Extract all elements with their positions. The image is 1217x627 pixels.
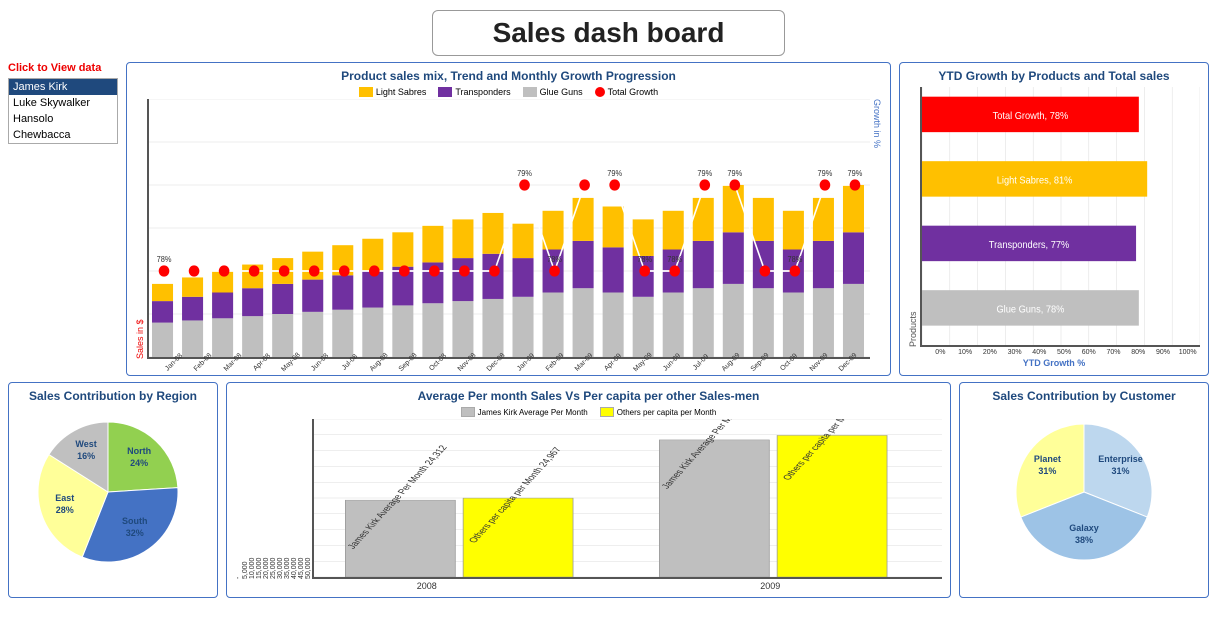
- region-chart-panel: Sales Contribution by Region North 24% Sou…: [8, 382, 218, 598]
- avg-y-label: 5,000: [242, 419, 249, 579]
- main-chart-title: Product sales mix, Trend and Monthly Gro…: [135, 69, 882, 83]
- svg-text:24%: 24%: [130, 458, 148, 468]
- ytd-x-label: 40%: [1027, 349, 1052, 356]
- avg-y-label: 50,000: [305, 419, 312, 579]
- avg-y-label: 10,000: [249, 419, 256, 579]
- avg-y-axis: -5,00010,00015,00020,00025,00030,00035,0…: [235, 419, 312, 579]
- main-chart-legend: Light Sabres Transponders Glue Guns Total G…: [135, 87, 882, 97]
- avg-legend: James Kirk Average Per Month Others per c…: [235, 407, 942, 417]
- legend-item: Glue Guns: [523, 87, 583, 97]
- avg-y-label: -: [235, 419, 242, 579]
- avg-y-label: 25,000: [270, 419, 277, 579]
- svg-text:32%: 32%: [126, 528, 144, 538]
- svg-text:Glue Guns, 78%: Glue Guns, 78%: [996, 304, 1064, 316]
- svg-text:Enterprise: Enterprise: [1098, 454, 1143, 464]
- avg-y-label: 30,000: [277, 419, 284, 579]
- avg-y-label: 20,000: [263, 419, 270, 579]
- customer-chart-panel: Sales Contribution by Customer Enterpris…: [959, 382, 1209, 598]
- main-chart-area: -10,00020,00030,00040,00050,00060,00078%…: [147, 99, 870, 359]
- ytd-x-label: 80%: [1126, 349, 1151, 356]
- ytd-chart-title: YTD Growth by Products and Total sales: [908, 69, 1200, 83]
- svg-text:31%: 31%: [1112, 466, 1130, 476]
- ytd-chart-area: Total Growth, 78% Light Sabres, 81% Transp…: [920, 87, 1200, 347]
- svg-text:West: West: [75, 439, 96, 449]
- customer-pie: Enterprise 31% Galaxy 38% Planet 31%: [968, 407, 1200, 567]
- sidebar: Click to View data James KirkLuke Skywal…: [8, 62, 118, 376]
- ytd-x-label: 0%: [928, 349, 953, 356]
- person-item[interactable]: Hansolo: [9, 111, 117, 127]
- avg-x-label: 2009: [599, 581, 943, 591]
- person-item[interactable]: Chewbacca: [9, 127, 117, 143]
- y-axis-left-label: Sales in $: [135, 99, 145, 359]
- avg-chart-area: James Kirk Average Per Month 24,312Other…: [312, 419, 942, 579]
- avg-y-label: 45,000: [298, 419, 305, 579]
- person-item[interactable]: Luke Skywalker: [9, 95, 117, 111]
- svg-text:Planet: Planet: [1034, 454, 1061, 464]
- svg-text:Total Growth, 78%: Total Growth, 78%: [993, 111, 1069, 123]
- person-list: James KirkLuke SkywalkerHansoloChewbacca: [8, 78, 118, 144]
- ytd-x-label: 70%: [1101, 349, 1126, 356]
- svg-text:Galaxy: Galaxy: [1069, 523, 1099, 533]
- svg-text:78%: 78%: [547, 255, 562, 264]
- customer-chart-title: Sales Contribution by Customer: [968, 389, 1200, 403]
- ytd-x-label: 50%: [1052, 349, 1077, 356]
- avg-chart-panel: Average Per month Sales Vs Per capita pe…: [226, 382, 951, 598]
- main-chart-panel: Product sales mix, Trend and Monthly Gro…: [126, 62, 891, 376]
- legend-item: Total Growth: [595, 87, 659, 97]
- ytd-x-label: 100%: [1175, 349, 1200, 356]
- svg-text:78%: 78%: [787, 255, 802, 264]
- ytd-x-axis-title: YTD Growth %: [908, 358, 1200, 368]
- ytd-x-label: 10%: [953, 349, 978, 356]
- avg-y-label: 40,000: [291, 419, 298, 579]
- svg-text:16%: 16%: [77, 451, 95, 461]
- svg-text:31%: 31%: [1038, 466, 1056, 476]
- region-pie: North 24% South 32% East 28% West 16%: [17, 407, 209, 567]
- svg-text:79%: 79%: [727, 169, 742, 178]
- svg-text:79%: 79%: [607, 169, 622, 178]
- ytd-y-label: Products: [908, 87, 918, 347]
- ytd-x-label: 60%: [1076, 349, 1101, 356]
- avg-x-label: 2008: [255, 581, 599, 591]
- legend-item: Light Sabres: [359, 87, 427, 97]
- legend-item: Transponders: [438, 87, 510, 97]
- y-axis-right-label: Growth in %: [872, 99, 882, 359]
- avg-chart-title: Average Per month Sales Vs Per capita pe…: [235, 389, 942, 403]
- title-box: Sales dash board: [432, 10, 786, 56]
- svg-text:79%: 79%: [697, 169, 712, 178]
- page-header: Sales dash board: [0, 0, 1217, 62]
- svg-text:79%: 79%: [517, 169, 532, 178]
- svg-text:79%: 79%: [818, 169, 833, 178]
- svg-text:Light Sabres, 81%: Light Sabres, 81%: [997, 175, 1073, 187]
- svg-text:78%: 78%: [637, 255, 652, 264]
- region-chart-title: Sales Contribution by Region: [17, 389, 209, 403]
- svg-text:North: North: [127, 446, 151, 456]
- svg-text:78%: 78%: [667, 255, 682, 264]
- ytd-x-label: 30%: [1002, 349, 1027, 356]
- ytd-chart-panel: YTD Growth by Products and Total sales P…: [899, 62, 1209, 376]
- svg-text:Transponders, 77%: Transponders, 77%: [989, 240, 1070, 252]
- svg-text:79%: 79%: [848, 169, 863, 178]
- svg-text:South: South: [122, 516, 148, 526]
- click-to-view-label: Click to View data: [8, 62, 118, 74]
- avg-y-label: 35,000: [284, 419, 291, 579]
- svg-text:East: East: [55, 493, 74, 503]
- person-item[interactable]: James Kirk: [9, 79, 117, 95]
- avg-x-labels: 20082009: [235, 581, 942, 591]
- svg-text:78%: 78%: [157, 255, 172, 264]
- avg-y-label: 15,000: [256, 419, 263, 579]
- svg-text:28%: 28%: [56, 505, 74, 515]
- avg-legend-item: Others per capita per Month: [600, 407, 717, 417]
- page-title: Sales dash board: [493, 17, 725, 48]
- ytd-x-label: 90%: [1151, 349, 1176, 356]
- ytd-x-label: 20%: [977, 349, 1002, 356]
- avg-legend-item: James Kirk Average Per Month: [461, 407, 588, 417]
- svg-text:38%: 38%: [1075, 535, 1093, 545]
